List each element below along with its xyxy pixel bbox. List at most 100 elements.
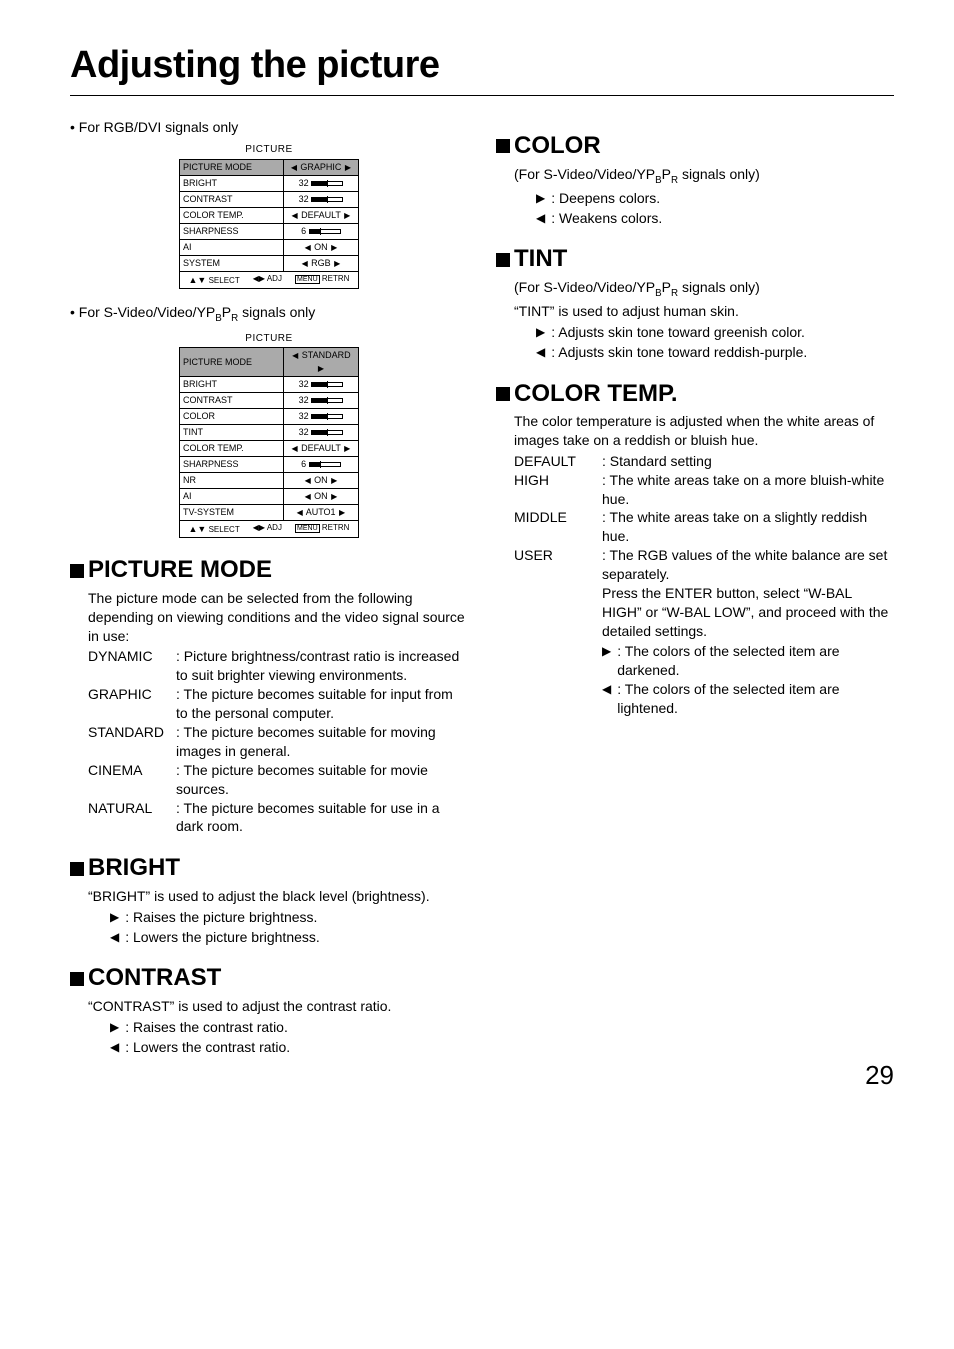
page-number: 29 bbox=[865, 1058, 894, 1093]
tint-right-text: : Adjusts skin tone toward greenish colo… bbox=[551, 323, 805, 342]
def-row: NATURALThe picture becomes suitable for … bbox=[88, 799, 468, 837]
def-row: DYNAMICPicture brightness/contrast ratio… bbox=[88, 647, 468, 685]
osd-row-label: BRIGHT bbox=[180, 376, 284, 392]
contrast-intro: “CONTRAST” is used to adjust the contras… bbox=[88, 997, 468, 1016]
color-temp-intro: The color temperature is adjusted when t… bbox=[514, 412, 894, 450]
picture-mode-list: DYNAMICPicture brightness/contrast ratio… bbox=[88, 647, 468, 836]
osd-table: PICTURE MODE◀ STANDARD ▶BRIGHT32 CONTRAS… bbox=[179, 347, 359, 521]
def-row: GRAPHICThe picture becomes suitable for … bbox=[88, 685, 468, 723]
osd-row-label: NR bbox=[180, 472, 284, 488]
def-desc: The picture becomes suitable for use in … bbox=[176, 799, 468, 837]
tint-intro: “TINT” is used to adjust human skin. bbox=[514, 302, 894, 321]
color-right-text: : Deepens colors. bbox=[551, 189, 660, 208]
osd-row-value: 6 bbox=[283, 223, 358, 239]
tint-left-text: : Adjusts skin tone toward reddish-purpl… bbox=[551, 343, 807, 362]
heading-bright: BRIGHT bbox=[70, 852, 468, 884]
osd-row-label: AI bbox=[180, 488, 284, 504]
left-column: • For RGB/DVI signals only PICTURE PICTU… bbox=[70, 114, 468, 1058]
osd-row-label: CONTRAST bbox=[180, 392, 284, 408]
contrast-right-text: : Raises the contrast ratio. bbox=[125, 1018, 288, 1037]
user-right-text: : The colors of the selected item are da… bbox=[617, 642, 894, 680]
def-term: CINEMA bbox=[88, 761, 176, 780]
def-row: USERThe RGB values of the white balance … bbox=[514, 546, 894, 640]
page-title: Adjusting the picture bbox=[70, 40, 894, 91]
footer-adj: ADJ bbox=[267, 274, 282, 283]
def-term: DEFAULT bbox=[514, 452, 602, 471]
left-arrow-icon: ◀ bbox=[110, 928, 119, 946]
def-desc: The RGB values of the white balance are … bbox=[602, 546, 894, 640]
content-columns: • For RGB/DVI signals only PICTURE PICTU… bbox=[70, 114, 894, 1058]
left-arrow-icon: ◀ bbox=[110, 1038, 119, 1056]
heading-contrast: CONTRAST bbox=[70, 962, 468, 994]
osd-row-label: COLOR TEMP. bbox=[180, 207, 284, 223]
footer-retrn: RETRN bbox=[322, 274, 350, 283]
footer-retrn: RETRN bbox=[322, 523, 350, 532]
osd-row-label: COLOR bbox=[180, 408, 284, 424]
right-arrow-icon: ▶ bbox=[110, 1018, 119, 1036]
osd-title: PICTURE bbox=[179, 332, 359, 346]
contrast-arrows: ▶ : Raises the contrast ratio. ◀ : Lowers … bbox=[110, 1018, 468, 1057]
osd-row-value: 32 bbox=[283, 376, 358, 392]
def-row: HIGHThe white areas take on a more bluis… bbox=[514, 471, 894, 509]
def-row: DEFAULTStandard setting bbox=[514, 452, 894, 471]
contrast-left-text: : Lowers the contrast ratio. bbox=[125, 1038, 290, 1057]
left-arrow-icon: ◀ bbox=[536, 209, 545, 227]
def-desc: Picture brightness/contrast ratio is inc… bbox=[176, 647, 468, 685]
osd-row-value: ◀ ON ▶ bbox=[283, 239, 358, 255]
osd-row-label: CONTRAST bbox=[180, 191, 284, 207]
signal-label-rgb: • For RGB/DVI signals only bbox=[70, 118, 468, 137]
def-desc: The white areas take on a more bluish-wh… bbox=[602, 471, 894, 509]
osd-row-value: ◀ STANDARD ▶ bbox=[283, 348, 358, 377]
def-term: STANDARD bbox=[88, 723, 176, 742]
osd-row-value: 32 bbox=[283, 175, 358, 191]
title-rule bbox=[70, 95, 894, 96]
right-arrow-icon: ▶ bbox=[110, 908, 119, 926]
tint-arrows: ▶ : Adjusts skin tone toward greenish col… bbox=[536, 323, 894, 362]
osd-row-label: PICTURE MODE bbox=[180, 159, 284, 175]
osd-row-label: TV-SYSTEM bbox=[180, 504, 284, 520]
osd-picture-video: PICTURE PICTURE MODE◀ STANDARD ▶BRIGHT32… bbox=[179, 332, 359, 539]
osd-footer: ▲▼ SELECT ◀▶ ADJ MENU RETRN bbox=[179, 272, 359, 290]
left-arrow-icon: ◀ bbox=[536, 343, 545, 361]
osd-table: PICTURE MODE◀ GRAPHIC ▶BRIGHT32 CONTRAST… bbox=[179, 159, 359, 272]
def-term: USER bbox=[514, 546, 602, 565]
bright-right-text: : Raises the picture brightness. bbox=[125, 908, 317, 927]
osd-row-label: PICTURE MODE bbox=[180, 348, 284, 377]
bright-arrows: ▶ : Raises the picture brightness. ◀ : Low… bbox=[110, 908, 468, 947]
osd-row-label: TINT bbox=[180, 424, 284, 440]
right-column: COLOR (For S-Video/Video/YPBPR signals o… bbox=[496, 114, 894, 1058]
heading-color: COLOR bbox=[496, 130, 894, 162]
osd-title: PICTURE bbox=[179, 143, 359, 157]
right-arrow-icon: ▶ bbox=[536, 323, 545, 341]
footer-select: SELECT bbox=[209, 276, 240, 285]
def-row: CINEMAThe picture becomes suitable for m… bbox=[88, 761, 468, 799]
bright-left-text: : Lowers the picture brightness. bbox=[125, 928, 320, 947]
def-term: HIGH bbox=[514, 471, 602, 490]
picture-mode-intro: The picture mode can be selected from th… bbox=[88, 589, 468, 646]
def-desc: Standard setting bbox=[602, 452, 894, 471]
color-note: (For S-Video/Video/YPBPR signals only) bbox=[514, 165, 894, 187]
heading-tint: TINT bbox=[496, 243, 894, 275]
osd-row-label: SYSTEM bbox=[180, 255, 284, 271]
def-term: GRAPHIC bbox=[88, 685, 176, 704]
osd-row-label: COLOR TEMP. bbox=[180, 440, 284, 456]
color-arrows: ▶: Deepens colors. ◀: Weakens colors. bbox=[536, 189, 894, 228]
osd-row-label: AI bbox=[180, 239, 284, 255]
user-sub-arrows: ▶: The colors of the selected item are d… bbox=[602, 642, 894, 719]
osd-row-value: ◀ GRAPHIC ▶ bbox=[283, 159, 358, 175]
def-desc: The picture becomes suitable for input f… bbox=[176, 685, 468, 723]
tint-note: (For S-Video/Video/YPBPR signals only) bbox=[514, 278, 894, 300]
osd-row-label: SHARPNESS bbox=[180, 456, 284, 472]
osd-row-label: SHARPNESS bbox=[180, 223, 284, 239]
osd-row-value: 32 bbox=[283, 424, 358, 440]
heading-color-temp: COLOR TEMP. bbox=[496, 378, 894, 410]
osd-row-value: ◀ DEFAULT ▶ bbox=[283, 440, 358, 456]
def-row: STANDARDThe picture becomes suitable for… bbox=[88, 723, 468, 761]
def-desc: The picture becomes suitable for moving … bbox=[176, 723, 468, 761]
heading-picture-mode: PICTURE MODE bbox=[70, 554, 468, 586]
def-term: DYNAMIC bbox=[88, 647, 176, 666]
def-desc: The white areas take on a slightly reddi… bbox=[602, 508, 894, 546]
footer-adj: ADJ bbox=[267, 523, 282, 532]
def-row: MIDDLEThe white areas take on a slightly… bbox=[514, 508, 894, 546]
osd-row-value: 6 bbox=[283, 456, 358, 472]
